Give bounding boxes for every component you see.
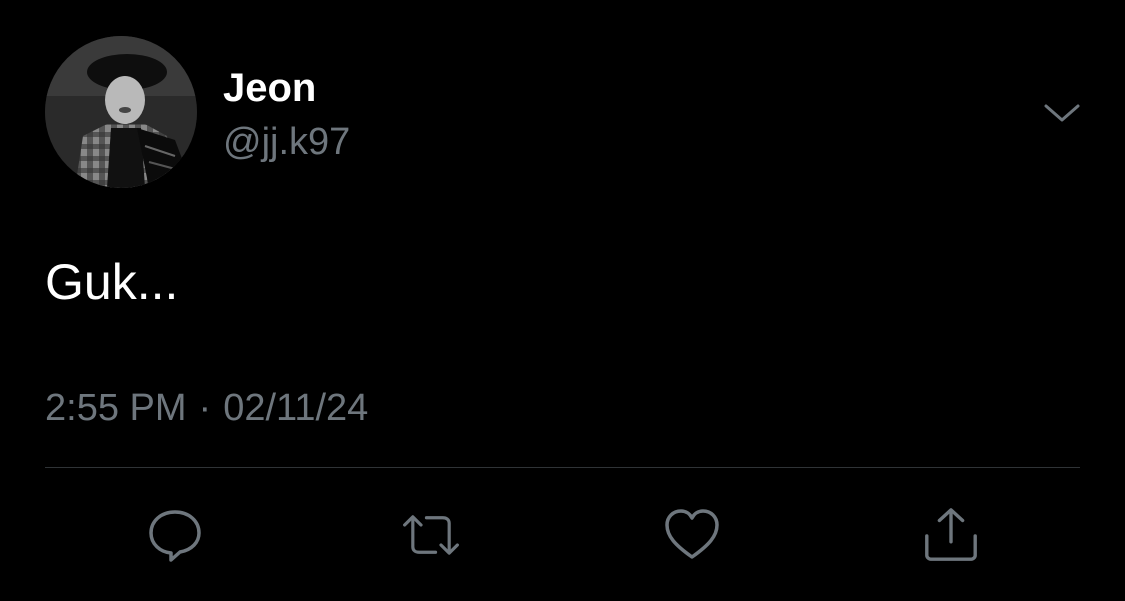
share-button[interactable] [921, 505, 981, 565]
tweet-time: 2:55 PM [45, 387, 187, 429]
divider [45, 467, 1080, 468]
avatar[interactable] [45, 36, 197, 188]
chevron-down-icon [1044, 104, 1080, 122]
like-button[interactable] [662, 505, 722, 565]
tweet-text: Guk... [45, 254, 179, 310]
meta-separator: · [198, 387, 212, 429]
more-options-button[interactable] [1040, 96, 1084, 132]
retweet-button[interactable] [401, 505, 461, 565]
tweet-timestamp[interactable]: 2:55 PM · 02/11/24 [45, 386, 368, 430]
reply-icon [149, 510, 201, 562]
avatar-image [45, 36, 197, 188]
retweet-icon [403, 515, 459, 555]
display-name[interactable]: Jeon [223, 66, 316, 110]
share-icon [925, 508, 977, 561]
user-handle[interactable]: @jj.k97 [223, 120, 350, 164]
heart-icon [665, 509, 719, 559]
tweet-date: 02/11/24 [223, 387, 369, 429]
reply-button[interactable] [145, 505, 205, 565]
